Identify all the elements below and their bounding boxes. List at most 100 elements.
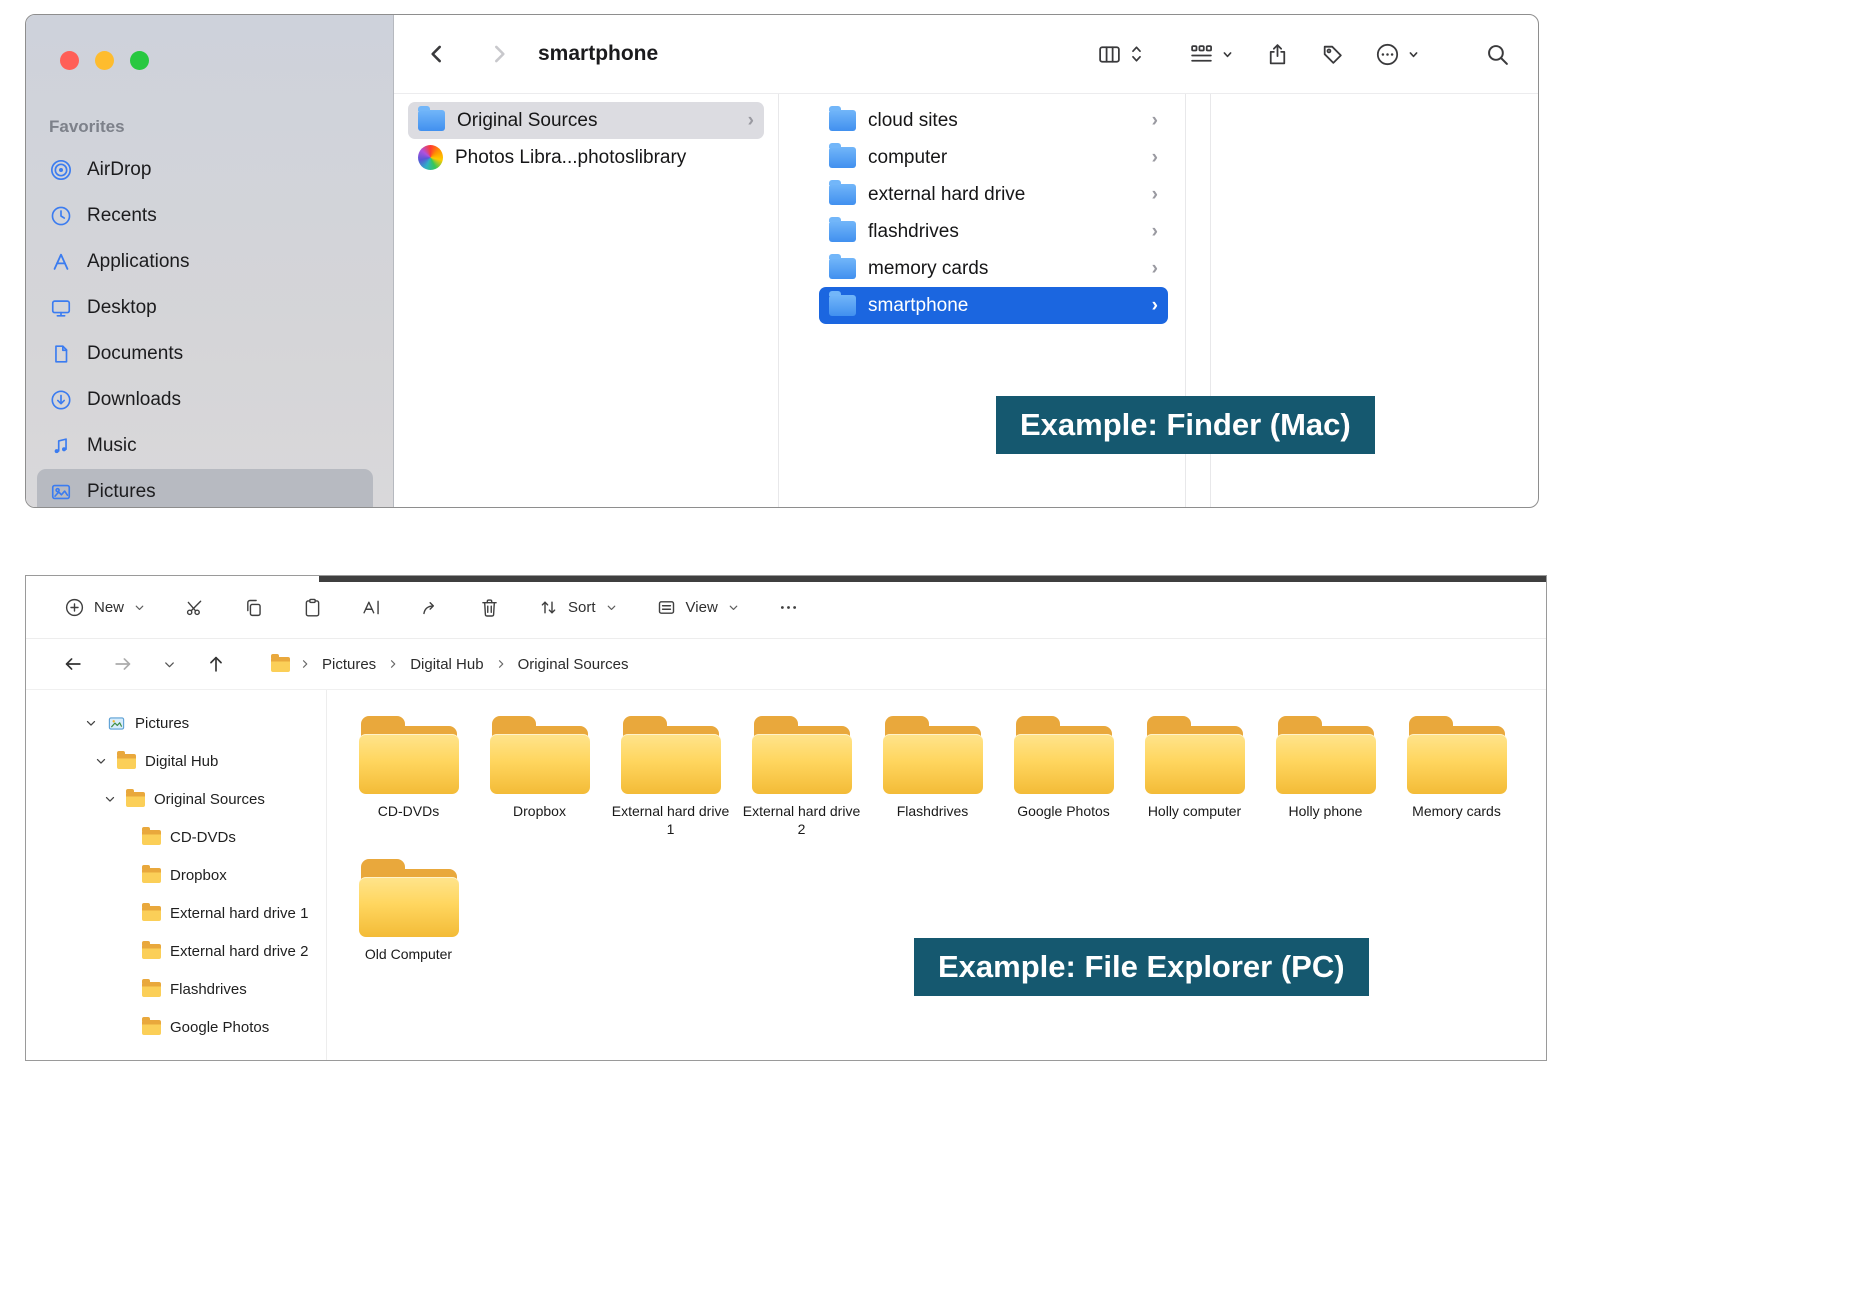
desktop-icon	[49, 297, 73, 319]
tree-item-cd-dvds[interactable]: CD-DVDs	[26, 818, 326, 856]
window-title: smartphone	[538, 42, 659, 65]
new-button[interactable]: New	[64, 597, 146, 618]
back-button[interactable]	[424, 41, 450, 67]
explorer-main: CD-DVDs Dropbox External hard drive 1 Ex…	[326, 690, 1546, 1060]
cut-button[interactable]	[184, 597, 205, 618]
forward-button[interactable]	[112, 653, 134, 675]
group-by-icon[interactable]	[1189, 42, 1214, 67]
finder-window: Favorites AirDrop Recents Applications D…	[25, 14, 1539, 508]
sidebar-item-music[interactable]: Music	[26, 423, 393, 469]
folder-icon	[142, 978, 161, 997]
sidebar-item-applications[interactable]: Applications	[26, 239, 393, 285]
folder-tile-memory-cards[interactable]: Memory cards	[1391, 716, 1522, 839]
folder-label: External hard drive 1	[611, 803, 730, 838]
tree-item-dropbox[interactable]: Dropbox	[26, 856, 326, 894]
chevron-right-icon	[1152, 221, 1158, 243]
tree-item-pictures[interactable]: Pictures	[26, 704, 326, 742]
chevron-right-icon	[1152, 258, 1158, 280]
tree-item-label: Original Sources	[154, 790, 265, 808]
column-item-memory-cards[interactable]: memory cards	[819, 250, 1168, 287]
explorer-toolbar: New Sort View	[26, 576, 1546, 639]
sort-button[interactable]: Sort	[538, 597, 618, 618]
folder-tile-flashdrives[interactable]: Flashdrives	[867, 716, 998, 839]
folder-tile-dropbox[interactable]: Dropbox	[474, 716, 605, 839]
chevron-down-icon[interactable]	[1220, 47, 1235, 62]
tree-item-flashdrives[interactable]: Flashdrives	[26, 970, 326, 1008]
folder-tile-google-photos[interactable]: Google Photos	[998, 716, 1129, 839]
chevron-down-icon[interactable]	[103, 792, 117, 806]
delete-button[interactable]	[479, 597, 500, 618]
chevron-down-icon	[607, 605, 615, 610]
view-button[interactable]: View	[656, 597, 740, 618]
folder-icon	[829, 217, 856, 242]
favorites-heading: Favorites	[49, 117, 125, 136]
clock-icon	[49, 205, 73, 227]
more-options-icon[interactable]	[1375, 42, 1400, 67]
tree-item-external-hard-drive-1[interactable]: External hard drive 1	[26, 894, 326, 932]
explorer-navbar: Pictures Digital Hub Original Sources	[26, 639, 1546, 690]
search-icon[interactable]	[1485, 42, 1510, 67]
tree-item-label: Pictures	[135, 714, 190, 732]
column-item-flashdrives[interactable]: flashdrives	[819, 213, 1168, 250]
folder-icon	[489, 716, 590, 794]
breadcrumb-item-pictures[interactable]: Pictures	[320, 653, 378, 676]
more-options-button[interactable]	[778, 597, 799, 618]
close-window-button[interactable]	[60, 51, 79, 70]
column-item-external-hard-drive[interactable]: external hard drive	[819, 176, 1168, 213]
copy-button[interactable]	[243, 597, 264, 618]
view-switcher-chevrons-icon[interactable]	[1128, 43, 1145, 65]
folder-tile-holly-computer[interactable]: Holly computer	[1129, 716, 1260, 839]
chevron-right-icon	[1152, 147, 1158, 169]
recent-locations-chevron-icon[interactable]	[162, 657, 177, 672]
chevron-down-icon[interactable]	[1406, 47, 1421, 62]
finder-toolbar: smartphone	[394, 15, 1538, 94]
zoom-window-button[interactable]	[130, 51, 149, 70]
share-arrow-icon	[420, 597, 441, 618]
column-item-label: Photos Libra...photoslibrary	[455, 146, 687, 168]
folder-tile-old-computer[interactable]: Old Computer	[343, 858, 474, 963]
breadcrumb-item-original-sources[interactable]: Original Sources	[516, 653, 631, 676]
sidebar-item-downloads[interactable]: Downloads	[26, 377, 393, 423]
breadcrumb-item-digital-hub[interactable]: Digital Hub	[408, 653, 485, 676]
rename-button[interactable]	[361, 597, 382, 618]
sidebar-item-documents[interactable]: Documents	[26, 331, 393, 377]
tree-item-external-hard-drive-2[interactable]: External hard drive 2	[26, 932, 326, 970]
share-icon[interactable]	[1265, 42, 1290, 67]
folder-tile-external-hard-drive-2[interactable]: External hard drive 2	[736, 716, 867, 839]
tree-item-digital-hub[interactable]: Digital Hub	[26, 742, 326, 780]
folder-tile-holly-phone[interactable]: Holly phone	[1260, 716, 1391, 839]
sidebar-item-airdrop[interactable]: AirDrop	[26, 147, 393, 193]
share-button[interactable]	[420, 597, 441, 618]
finder-sidebar: Favorites AirDrop Recents Applications D…	[26, 15, 394, 507]
tag-icon[interactable]	[1320, 42, 1345, 67]
forward-button[interactable]	[486, 41, 512, 67]
column-item-photos-library[interactable]: Photos Libra...photoslibrary	[408, 139, 764, 176]
up-button[interactable]	[205, 653, 227, 675]
pictures-icon	[49, 481, 73, 503]
folder-tile-external-hard-drive-1[interactable]: External hard drive 1	[605, 716, 736, 839]
folder-icon	[1013, 716, 1114, 794]
column-item-smartphone[interactable]: smartphone	[819, 287, 1168, 324]
folder-icon	[1144, 716, 1245, 794]
column-item-original-sources[interactable]: Original Sources	[408, 102, 764, 139]
column-item-computer[interactable]: computer	[819, 139, 1168, 176]
applications-icon	[49, 251, 73, 273]
paste-button[interactable]	[302, 597, 323, 618]
column-item-cloud-sites[interactable]: cloud sites	[819, 102, 1168, 139]
tree-item-google-photos[interactable]: Google Photos	[26, 1008, 326, 1046]
column-view-icon[interactable]	[1097, 42, 1122, 67]
pictures-icon	[107, 714, 126, 733]
chevron-down-icon[interactable]	[84, 716, 98, 730]
tree-item-original-sources[interactable]: Original Sources	[26, 780, 326, 818]
sidebar-item-pictures[interactable]: Pictures	[37, 469, 373, 507]
minimize-window-button[interactable]	[95, 51, 114, 70]
back-button[interactable]	[62, 653, 84, 675]
music-note-icon	[49, 435, 73, 457]
chevron-down-icon[interactable]	[94, 754, 108, 768]
sidebar-item-label: Applications	[87, 251, 190, 272]
sidebar-item-desktop[interactable]: Desktop	[26, 285, 393, 331]
folder-tile-cd-dvds[interactable]: CD-DVDs	[343, 716, 474, 839]
folder-icon	[829, 180, 856, 205]
sidebar-item-recents[interactable]: Recents	[26, 193, 393, 239]
sidebar-item-label: Music	[87, 435, 137, 456]
